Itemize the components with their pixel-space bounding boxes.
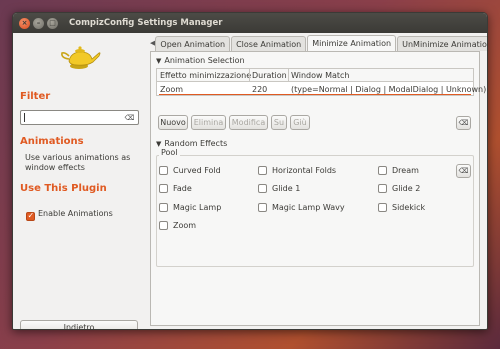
- animation-selection-header[interactable]: ▼ Animation Selection: [156, 56, 245, 65]
- plugin-description: Use various animations as window effects: [25, 153, 131, 172]
- animation-list-header: Effetto minimizzazione Duration Window M…: [157, 69, 473, 82]
- animation-selection-title: Animation Selection: [164, 56, 245, 65]
- checkbox[interactable]: [159, 221, 168, 230]
- option-label: Dream: [392, 166, 419, 175]
- move-down-button[interactable]: Giù: [290, 115, 310, 130]
- option-label: Curved Fold: [173, 166, 221, 175]
- reset-random-effects-icon[interactable]: ⌫: [456, 164, 471, 178]
- option-label: Magic Lamp Wavy: [272, 203, 345, 212]
- checkbox[interactable]: [378, 166, 387, 175]
- checkbox[interactable]: [159, 203, 168, 212]
- move-up-button[interactable]: Su: [271, 115, 287, 130]
- option-label: Sidekick: [392, 203, 426, 212]
- option-glide-1[interactable]: Glide 1: [258, 184, 300, 193]
- enable-plugin-checkbox[interactable]: [26, 211, 35, 221]
- reset-animation-selection-icon[interactable]: ⌫: [456, 116, 471, 130]
- checkbox[interactable]: [258, 203, 267, 212]
- expander-down-icon[interactable]: ▼: [156, 140, 161, 148]
- expander-down-icon[interactable]: ▼: [156, 57, 161, 65]
- option-glide-2[interactable]: Glide 2: [378, 184, 420, 193]
- minimize-animation-panel: ▼ Animation Selection Effetto minimizzazi…: [150, 51, 486, 326]
- column-header-duration[interactable]: Duration: [250, 69, 287, 82]
- option-label: Glide 2: [392, 184, 421, 193]
- option-curved-fold[interactable]: Curved Fold: [159, 166, 221, 175]
- new-animation-button[interactable]: Nuovo: [158, 115, 188, 130]
- random-effects-header[interactable]: ▼ Random Effects: [156, 139, 227, 148]
- maximize-window-icon[interactable]: □: [47, 17, 58, 29]
- checkbox[interactable]: [159, 184, 168, 193]
- option-label: Fade: [173, 184, 192, 193]
- checkbox[interactable]: [258, 166, 267, 175]
- animation-list[interactable]: Effetto minimizzazione Duration Window M…: [156, 68, 486, 96]
- option-sidekick[interactable]: Sidekick: [378, 203, 425, 212]
- random-effects-title: Random Effects: [164, 139, 228, 148]
- option-magic-lamp[interactable]: Magic Lamp: [159, 203, 221, 212]
- option-label: Magic Lamp: [173, 203, 222, 212]
- checkbox[interactable]: [378, 203, 387, 212]
- option-horizontal-folds[interactable]: Horizontal Folds: [258, 166, 336, 175]
- option-label: Horizontal Folds: [272, 166, 337, 175]
- clear-filter-icon[interactable]: ⌫: [124, 114, 135, 122]
- tab-close-animation[interactable]: Close Animation: [231, 36, 307, 51]
- tab-open-animation[interactable]: Open Animation: [155, 36, 231, 51]
- row-selection-underline: [159, 94, 471, 95]
- delete-animation-button[interactable]: Elimina: [191, 115, 226, 130]
- option-magic-lamp-wavy[interactable]: Magic Lamp Wavy: [258, 203, 345, 212]
- tab-minimize-animation[interactable]: Minimize Animation: [307, 35, 397, 51]
- ccsm-window: × – □ CompizConfig Settings Manager Filt…: [12, 12, 488, 330]
- column-header-effect[interactable]: Effetto minimizzazione: [158, 69, 251, 82]
- checkbox[interactable]: [258, 184, 267, 193]
- option-label: Glide 1: [272, 184, 301, 193]
- filter-heading: Filter: [20, 91, 51, 102]
- back-button[interactable]: Indietro: [20, 320, 138, 329]
- enable-plugin-label[interactable]: Enable Animations: [38, 209, 128, 219]
- text-caret: [24, 113, 25, 122]
- checkbox[interactable]: [378, 184, 387, 193]
- close-window-icon[interactable]: ×: [19, 17, 30, 29]
- sidebar: Filter ⌫ Animations Use various animatio…: [13, 33, 146, 329]
- pool-label: Pool: [159, 148, 180, 157]
- option-dream[interactable]: Dream: [378, 166, 419, 175]
- plugin-name-heading: Animations: [20, 136, 84, 147]
- option-zoom[interactable]: Zoom: [159, 221, 196, 230]
- genie-lamp-icon: [61, 46, 101, 69]
- use-plugin-heading: Use This Plugin: [20, 183, 107, 194]
- column-header-window-match[interactable]: Window Match: [289, 69, 350, 82]
- filter-input[interactable]: ⌫: [20, 110, 139, 125]
- titlebar: × – □ CompizConfig Settings Manager: [13, 13, 487, 33]
- edit-animation-button[interactable]: Modifica: [229, 115, 268, 130]
- option-fade[interactable]: Fade: [159, 184, 192, 193]
- minimize-window-icon[interactable]: –: [33, 17, 44, 29]
- tab-bar: ◀ Open Animation Close Animation Minimiz…: [150, 35, 487, 51]
- tab-unminimize-animation[interactable]: UnMinimize Animation: [397, 36, 487, 51]
- checkbox[interactable]: [159, 166, 168, 175]
- window-title: CompizConfig Settings Manager: [69, 18, 223, 28]
- option-label: Zoom: [173, 221, 197, 230]
